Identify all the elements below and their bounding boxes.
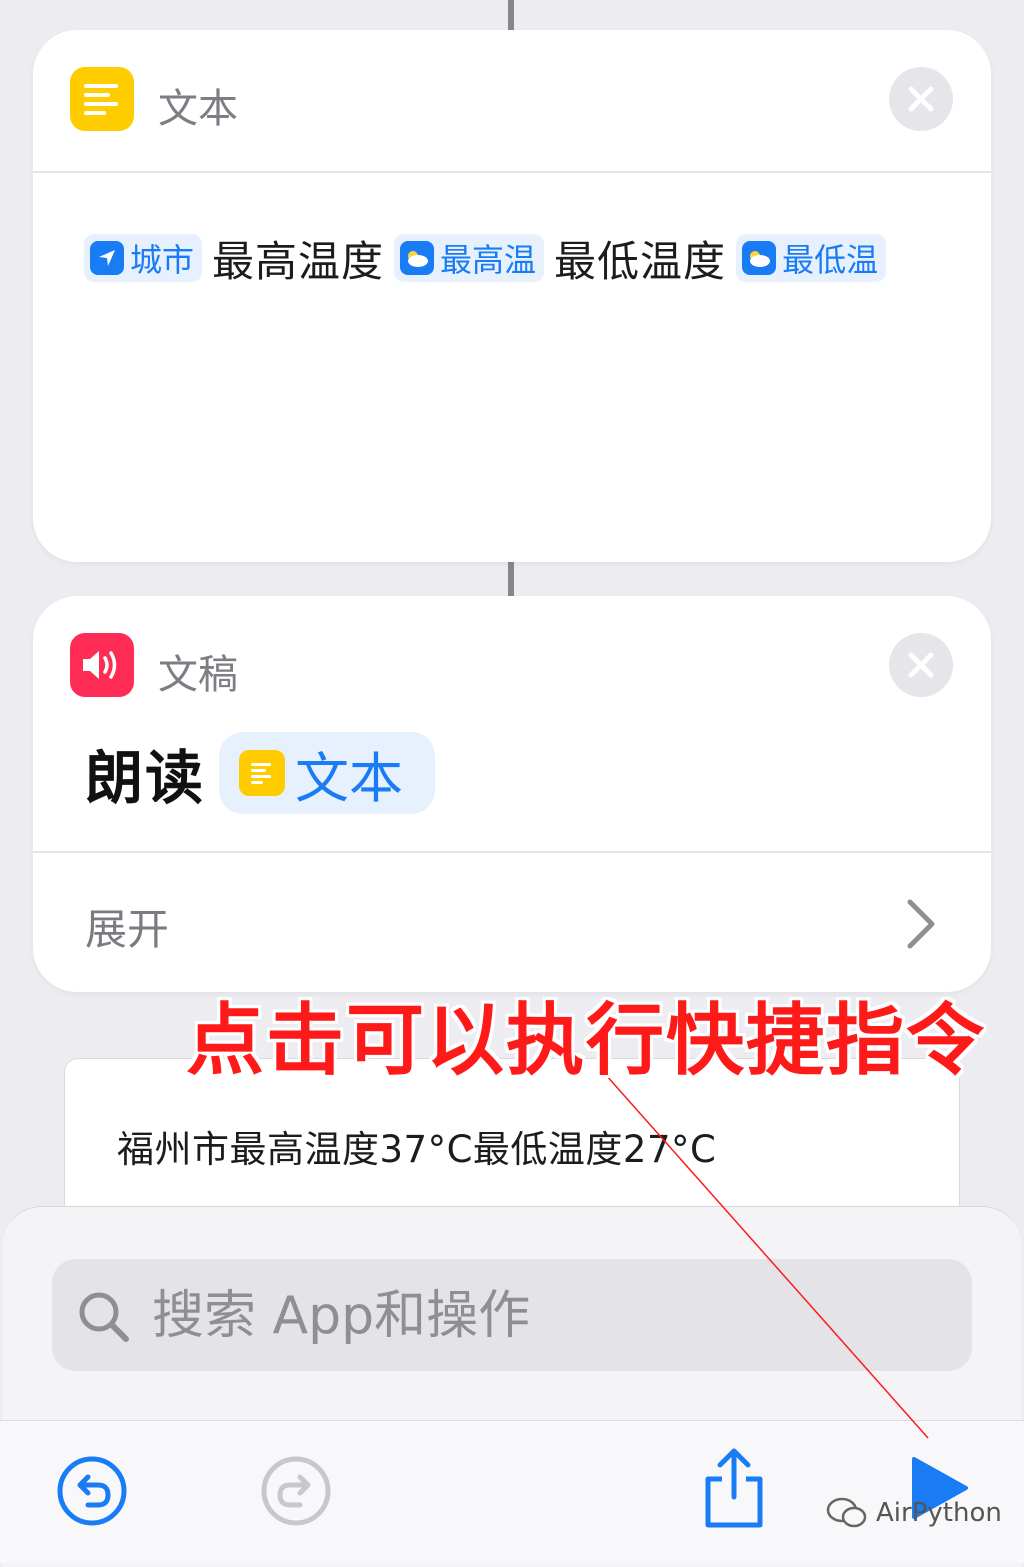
watermark-text: AirPython — [876, 1498, 1002, 1528]
watermark: AirPython — [826, 1496, 1002, 1530]
wechat-icon — [826, 1497, 867, 1528]
annotation-arrow-line — [597, 1065, 929, 1439]
annotation-text: 点击可以执行快捷指令 — [186, 996, 987, 1086]
